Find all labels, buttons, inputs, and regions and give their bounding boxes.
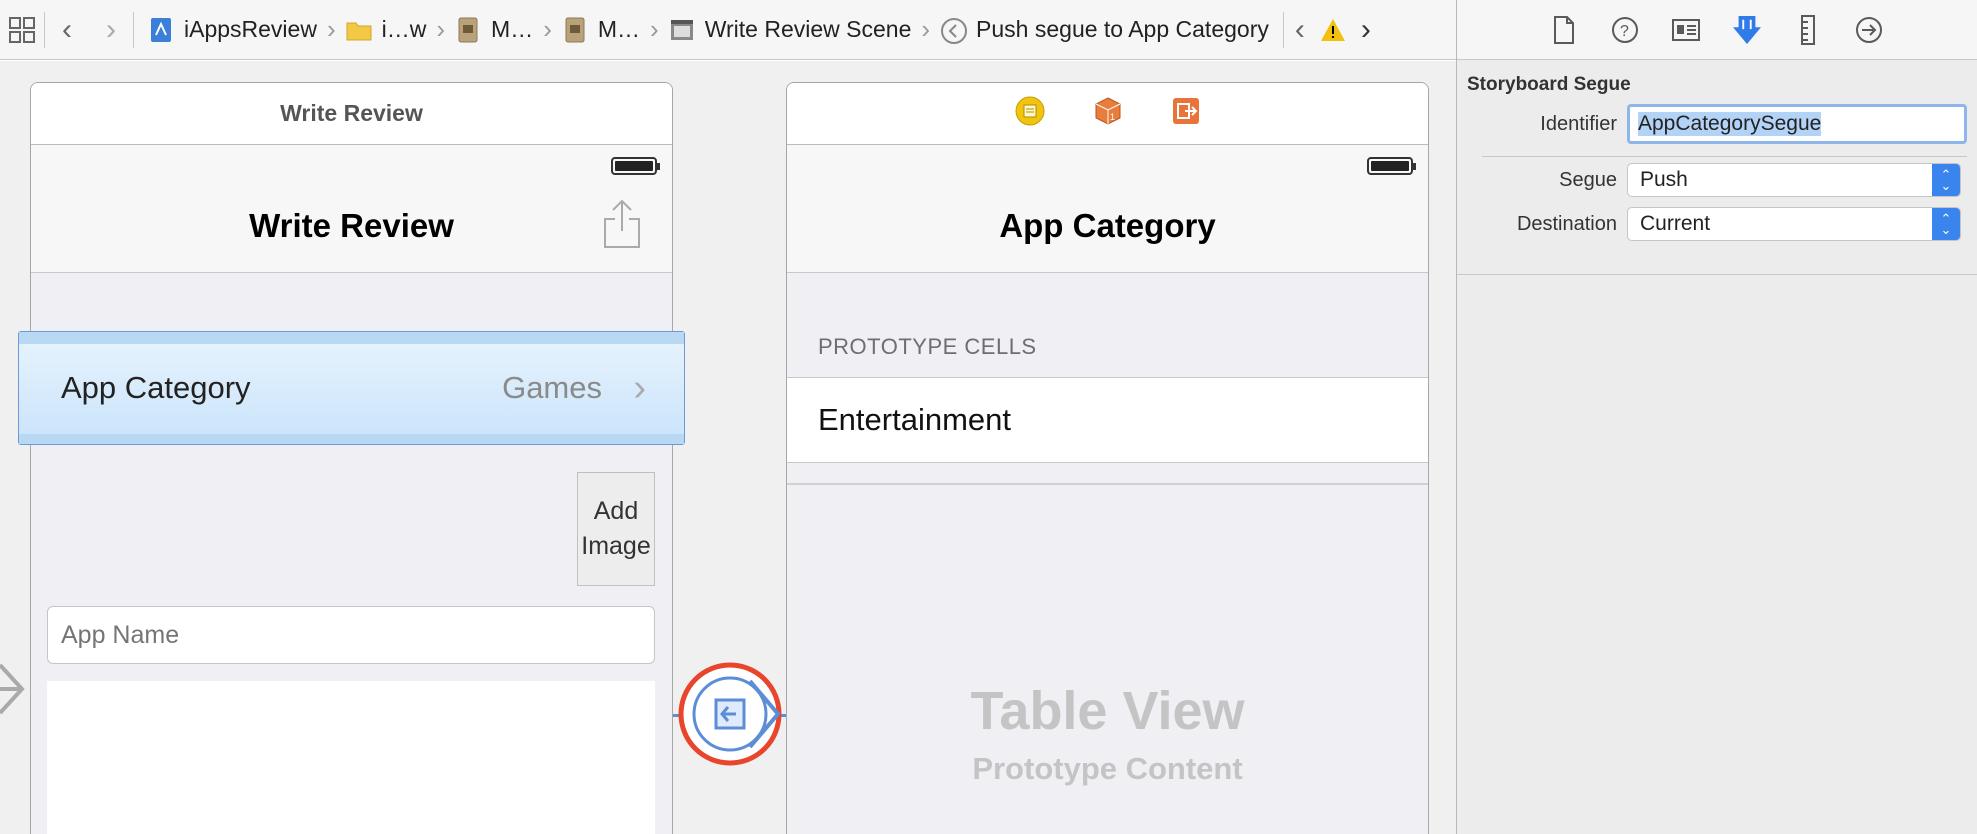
destination-row: Destination Current ⌃ ⌄	[1467, 207, 1967, 241]
prototype-cell[interactable]: Entertainment	[787, 377, 1428, 463]
inspector-tabs: ?	[1457, 0, 1977, 60]
breadcrumb-storyboard-2[interactable]: M…	[558, 0, 644, 59]
write-review-scene[interactable]: Write Review Write Review Add Image	[30, 82, 673, 834]
push-segue-icon[interactable]	[678, 661, 786, 774]
previous-issue-chevron-icon[interactable]: ‹	[1284, 0, 1316, 59]
breadcrumb-chevron-icon: ›	[326, 14, 336, 44]
table-placeholder-subtitle: Prototype Content	[972, 751, 1243, 786]
section-title: Storyboard Segue	[1467, 74, 1631, 95]
breadcrumb-chevron-icon: ›	[650, 14, 659, 44]
breadcrumb-chevron-icon: ›	[436, 14, 446, 44]
breadcrumb-label: Write Review Scene	[704, 16, 912, 42]
divider	[1482, 156, 1967, 157]
scene-dock[interactable]: 1	[787, 83, 1428, 145]
folder-icon	[346, 17, 372, 43]
review-text-view[interactable]	[47, 681, 655, 834]
quick-help-icon[interactable]: ?	[1611, 16, 1639, 44]
segue-popup[interactable]: Push ⌃ ⌄	[1627, 163, 1961, 197]
back-chevron-icon[interactable]: ‹	[45, 0, 89, 59]
divider	[1457, 274, 1977, 275]
identity-inspector-icon[interactable]	[1672, 16, 1700, 44]
svg-text:1: 1	[1110, 112, 1115, 122]
popup-arrows-icon: ⌃ ⌄	[1932, 164, 1960, 196]
image-button-container: Add Image	[577, 472, 655, 586]
add-image-line-2: Image	[581, 532, 651, 560]
cell-title: Entertainment	[818, 402, 1011, 437]
battery-icon	[611, 157, 660, 175]
segue-circle-icon	[940, 17, 968, 44]
nav-title: App Category	[999, 207, 1216, 244]
breadcrumb-label: iAppsReview	[184, 16, 317, 42]
share-icon[interactable]	[602, 199, 642, 254]
next-issue-chevron-icon[interactable]: ›	[1350, 0, 1382, 59]
destination-popup[interactable]: Current ⌃ ⌄	[1627, 207, 1961, 241]
table-separator	[787, 483, 1428, 485]
segue-value: Push	[1640, 168, 1688, 191]
inspector-body: Storyboard Segue Identifier AppCategoryS…	[1457, 60, 1977, 249]
first-responder-icon[interactable]: 1	[1093, 96, 1123, 131]
file-inspector-icon[interactable]	[1550, 15, 1578, 44]
storyboard-canvas[interactable]: Write Review Write Review Add Image App …	[0, 61, 1456, 834]
app-name-field[interactable]	[47, 606, 655, 664]
add-image-line-1: Add	[593, 497, 639, 525]
breadcrumb-storyboard-1[interactable]: M…	[451, 0, 537, 59]
breadcrumb-label: M…	[597, 16, 641, 42]
breadcrumb-label: Push segue to App Category	[976, 16, 1269, 42]
breadcrumb-project[interactable]: iAppsReview	[144, 0, 321, 59]
identifier-label: Identifier	[1540, 112, 1617, 135]
app-category-scene[interactable]: 1 App Category PROTOTYPE CELLS Entertain…	[786, 82, 1429, 834]
storyboard-file-icon	[562, 17, 588, 43]
destination-label: Destination	[1516, 212, 1617, 235]
warning-icon[interactable]	[1316, 0, 1350, 59]
cell-top-band	[19, 332, 684, 344]
size-inspector-icon[interactable]	[1794, 14, 1822, 45]
breadcrumb-chevron-icon: ›	[543, 14, 552, 44]
app-category-cell[interactable]: App Category Games ›	[18, 331, 685, 445]
breadcrumb-label: i…w	[381, 16, 427, 42]
breadcrumb-chevron-icon: ›	[921, 14, 931, 44]
identifier-field[interactable]: AppCategorySegue	[1627, 104, 1967, 144]
destination-value: Current	[1640, 212, 1711, 235]
identifier-value: AppCategorySegue	[1638, 112, 1822, 136]
storyboard-file-icon	[455, 17, 481, 43]
svg-text:?: ?	[1620, 23, 1629, 40]
breadcrumb-scene[interactable]: Write Review Scene	[665, 0, 916, 59]
related-items-icon[interactable]	[0, 0, 44, 59]
cell-title: App Category	[61, 370, 251, 405]
attributes-inspector: ? Storyboard Segue Identifier AppCategor…	[1456, 0, 1977, 834]
jump-bar: ‹ › iAppsReview › i…w › M… › M… › Write …	[0, 0, 1456, 60]
identifier-row: Identifier AppCategorySegue	[1467, 104, 1967, 144]
battery-icon	[1367, 157, 1416, 175]
disclosure-chevron-icon: ›	[633, 366, 646, 409]
attributes-inspector-icon[interactable]	[1733, 15, 1761, 44]
segue-row: Segue Push ⌃ ⌄	[1467, 163, 1967, 197]
popup-arrows-icon: ⌃ ⌄	[1932, 208, 1960, 240]
breadcrumb-folder[interactable]: i…w	[342, 0, 431, 59]
navigation-bar: App Category	[787, 145, 1428, 273]
table-placeholder-title: Table View	[970, 681, 1245, 741]
view-controller-icon[interactable]	[1015, 96, 1045, 131]
cell-detail: Games	[502, 370, 602, 405]
project-file-icon	[148, 17, 174, 43]
scene-icon	[669, 17, 695, 43]
separator	[133, 11, 134, 48]
initial-arrow-icon	[0, 661, 26, 722]
nav-title: Write Review	[249, 207, 454, 244]
connections-inspector-icon[interactable]	[1855, 16, 1883, 44]
forward-chevron-icon[interactable]: ›	[89, 0, 133, 59]
cell-bottom-band	[19, 434, 684, 444]
scene-title: Write Review	[280, 100, 423, 126]
segue-label: Segue	[1559, 168, 1617, 191]
breadcrumb-segue[interactable]: Push segue to App Category	[936, 0, 1273, 59]
scene-header[interactable]: Write Review	[31, 83, 672, 145]
section-header: PROTOTYPE CELLS	[818, 334, 1037, 359]
breadcrumb-label: M…	[491, 16, 534, 42]
exit-icon[interactable]	[1171, 96, 1201, 131]
app-name-input[interactable]	[61, 620, 654, 650]
navigation-bar: Write Review	[31, 145, 672, 273]
